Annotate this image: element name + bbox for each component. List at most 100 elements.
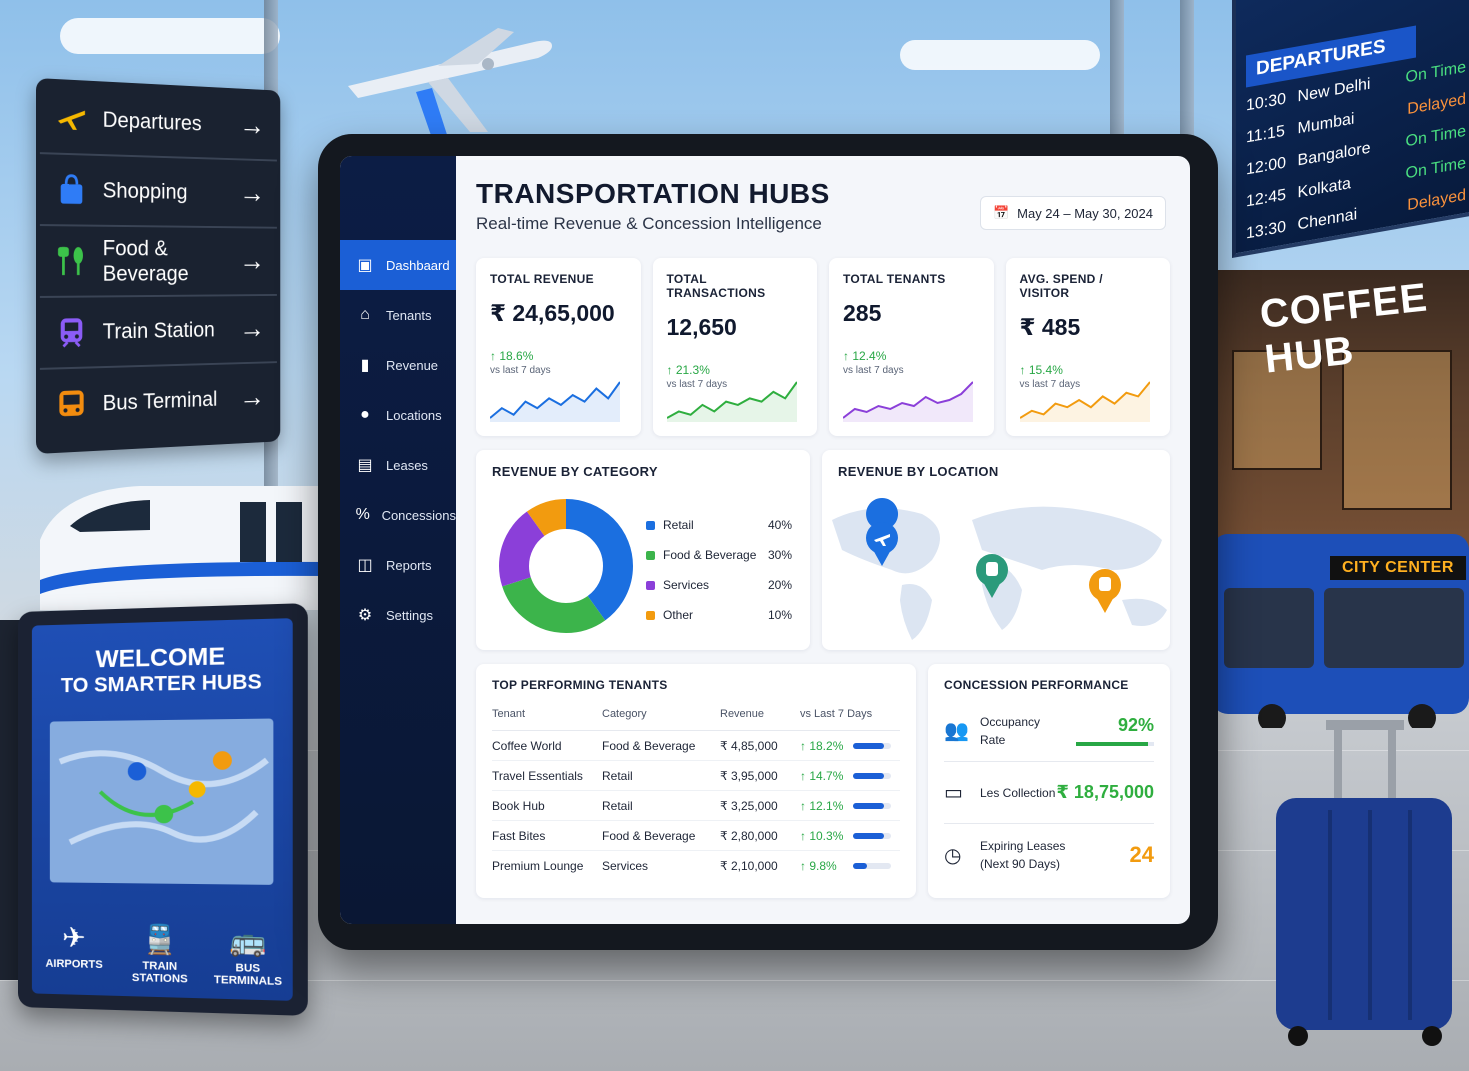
legend-value: 40% (767, 518, 792, 532)
tenant-category: Food & Beverage (602, 820, 720, 851)
occupancy-value: 92% (1117, 715, 1154, 735)
occupancy-bar (1076, 742, 1154, 746)
tenant-bar-cell (853, 730, 900, 761)
tenant-delta: ↑ 9.8% (800, 859, 837, 873)
train-icon: 🚆 (141, 923, 178, 956)
tenant-name: Coffee World (492, 730, 602, 761)
clock-icon: ◷ (944, 844, 962, 867)
wayfinding-row: Bus Terminal → (40, 363, 277, 442)
tenant-bar-fill (853, 743, 884, 749)
charts-row: REVENUE BY CATEGORY Retail 40% Food & Be… (476, 450, 1170, 650)
train-illustration (40, 486, 330, 610)
sidebar-item-tenants[interactable]: ⌂ Tenants (340, 290, 456, 340)
kpi-card-total-tenants[interactable]: TOTAL TENANTS 285 ↑ 12.4% vs last 7 days (829, 258, 994, 436)
legend-name: Food & Beverage (663, 548, 757, 562)
wayfinding-label: Bus Terminal (102, 386, 218, 416)
kpi-note: vs last 7 days (490, 365, 551, 376)
kiosk-screen: WELCOME TO SMARTER HUBS ✈ AIRPORTS 🚆 TRA… (31, 618, 293, 1001)
bus-icon (53, 385, 89, 424)
occupancy-bar-fill (1076, 742, 1148, 746)
legend-item: Services 20% (646, 570, 792, 600)
legend-swatch (646, 610, 655, 620)
arrow-right-icon: → (239, 109, 266, 142)
dashboard-icon: ▣ (357, 257, 373, 274)
sidebar: ▣ Dashbaard ⌂ Tenants ▮ Revenue ● Locati… (340, 156, 456, 924)
date-range-picker[interactable]: 📅 May 24 – May 30, 2024 (979, 196, 1166, 230)
table-row[interactable]: Coffee World Food & Beverage ₹ 4,85,000 … (492, 730, 900, 761)
kiosk-link-train-stations[interactable]: 🚆 TRAIN STATIONS (123, 922, 197, 986)
shop-window (1342, 350, 1452, 510)
category-donut-chart[interactable] (496, 496, 636, 636)
panel-title: REVENUE BY CATEGORY (492, 464, 658, 479)
tenant-bar-cell (853, 820, 900, 851)
table-row[interactable]: Book Hub Retail ₹ 3,25,000 ↑ 12.1% (492, 790, 900, 821)
document-icon: ▤ (357, 457, 373, 474)
store-icon: ⌂ (360, 306, 370, 323)
sidebar-item-reports[interactable]: ◫ Reports (340, 540, 456, 590)
sidebar-item-label: Settings (386, 607, 433, 623)
kpi-card-avg-spend[interactable]: AVG. SPEND / VISITOR ₹ 485 ↑ 15.4% vs la… (1005, 258, 1170, 436)
tenant-bar (853, 833, 892, 839)
occupancy-row: 👥 Occupancy Rate 92% (944, 700, 1154, 762)
collection-label: Les Collection (980, 785, 1056, 800)
table-row[interactable]: Fast Bites Food & Beverage ₹ 2,80,000 ↑ … (492, 820, 900, 851)
legend-item: Retail 40% (646, 510, 792, 540)
column-header[interactable]: Tenant (492, 708, 602, 731)
tablet-device: ▣ Dashbaard ⌂ Tenants ▮ Revenue ● Locati… (318, 134, 1218, 950)
sidebar-item-leases[interactable]: ▤ Leases (340, 440, 456, 490)
occupancy-value-block: 92% (1076, 715, 1154, 746)
sidebar-item-label: Reports (386, 557, 432, 573)
wayfinding-row: Shopping → (39, 154, 277, 229)
tenant-revenue: ₹ 2,80,000 (720, 820, 800, 851)
sidebar-item-revenue[interactable]: ▮ Revenue (340, 340, 456, 390)
kpi-label: AVG. SPEND / VISITOR (1019, 272, 1103, 300)
flight-time: 12:45 (1246, 186, 1287, 211)
collection-row: ▭ Les Collection ₹ 18,75,000 (944, 762, 1154, 824)
sidebar-item-dashboard[interactable]: ▣ Dashbaard (340, 240, 456, 290)
table-row[interactable]: Travel Essentials Retail ₹ 3,95,000 ↑ 14… (492, 760, 900, 791)
legend-value: 20% (767, 578, 792, 592)
tenant-revenue: ₹ 2,10,000 (720, 859, 778, 873)
tenant-revenue: ₹ 4,85,000 (720, 730, 800, 761)
arrow-right-icon: → (239, 381, 266, 414)
kiosk-link-bus-terminals[interactable]: 🚌 BUS TERMINALS (210, 923, 287, 988)
kpi-card-total-transactions[interactable]: TOTAL TRANSACTIONS 12,650 ↑ 21.3% vs las… (652, 258, 817, 436)
dashboard-screen: ▣ Dashbaard ⌂ Tenants ▮ Revenue ● Locati… (340, 156, 1190, 924)
kpi-card-total-revenue[interactable]: TOTAL REVENUE ₹ 24,65,000 ↑ 18.6% vs las… (476, 258, 641, 436)
bus-icon[interactable] (1089, 569, 1121, 613)
sidebar-item-settings[interactable]: ⚙ Settings (340, 590, 456, 640)
kpi-value: ₹ 24,65,000 (490, 300, 615, 326)
kiosk-link-airports[interactable]: ✈ AIRPORTS (38, 920, 111, 983)
sidebar-item-label: Tenants (386, 307, 432, 323)
tenant-revenue: ₹ 3,95,000 (720, 760, 800, 791)
tenant-bar (853, 773, 892, 779)
column-header[interactable]: vs Last 7 Days (800, 708, 900, 731)
kiosk-link-label: BUS TERMINALS (213, 962, 283, 989)
tenant-bar-fill (853, 803, 884, 809)
sparkline-area (1019, 382, 1150, 422)
table-row[interactable]: Premium Lounge Services ₹ 2,10,000 ↑ 9.8… (492, 851, 900, 881)
revenue-by-location-panel: REVENUE BY LOCATION (822, 450, 1170, 650)
tables-row: TOP PERFORMING TENANTS Tenant Category R… (476, 664, 1170, 898)
legend-item: Other 10% (646, 600, 792, 630)
sidebar-item-locations[interactable]: ● Locations (340, 390, 456, 440)
tenant-bar-cell (853, 851, 900, 881)
category-legend: Retail 40% Food & Beverage 30% Services … (646, 510, 792, 630)
world-map[interactable] (822, 490, 1170, 650)
sidebar-item-label: Concessions (381, 507, 456, 523)
wayfinding-row: Train Station → (39, 295, 277, 370)
tenant-category: Food & Beverage (602, 730, 720, 761)
kpi-note: vs last 7 days (843, 365, 904, 376)
arrow-right-icon: → (239, 245, 266, 277)
column-header[interactable]: Revenue (720, 708, 800, 731)
flight-city: Kolkata (1297, 175, 1351, 202)
tenant-bar (853, 803, 892, 809)
sidebar-item-concessions[interactable]: % Concessions (340, 490, 456, 540)
calendar-icon: 📅 (992, 205, 1010, 220)
tenant-name: Premium Lounge (492, 859, 584, 873)
kpi-sparkline (490, 381, 620, 422)
kpi-sparkline (843, 381, 973, 422)
occupancy-label-line1: Occupancy (980, 714, 1041, 729)
tenant-bar-fill (853, 833, 884, 839)
column-header[interactable]: Category (602, 708, 720, 731)
